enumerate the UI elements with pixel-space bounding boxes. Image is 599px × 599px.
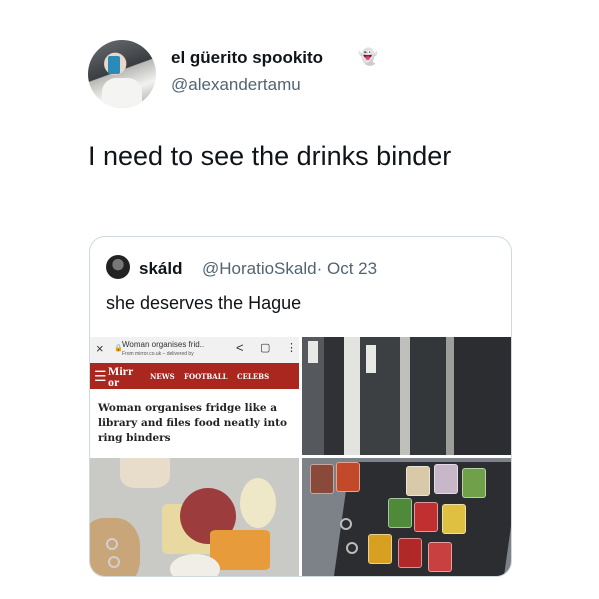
provolone-slice xyxy=(240,478,276,528)
divider xyxy=(400,337,410,455)
sauce-packet xyxy=(428,542,452,572)
quoted-tweet[interactable]: skáld @HoratioSkald· Oct 23 she deserves… xyxy=(89,236,512,577)
avatar-phone xyxy=(108,56,120,74)
tweet-text: I need to see the drinks binder xyxy=(88,141,452,171)
nav-football: FOOTBALL xyxy=(184,372,228,381)
author-avatar[interactable] xyxy=(88,40,156,108)
article-headline: Woman organises fridge like a library an… xyxy=(98,402,287,444)
media-dividers-photo[interactable] xyxy=(302,337,511,455)
turkey-slice xyxy=(170,554,220,576)
divider xyxy=(324,337,344,455)
nav-news: NEWS xyxy=(150,372,175,381)
share-icon: < xyxy=(236,340,244,355)
menu-icon: ⋮ xyxy=(286,342,297,354)
browser-url: From mirror.co.uk – delivered by xyxy=(122,351,194,357)
hamburger-icon: ☰ xyxy=(94,368,107,384)
bookmark-icon: ▢ xyxy=(260,342,271,354)
sauce-packet xyxy=(368,534,392,564)
divider xyxy=(454,337,511,455)
sauce-packet xyxy=(336,462,360,492)
media-food-binder-photo[interactable] xyxy=(90,458,299,576)
browser-page-title: Woman organises frid.. xyxy=(122,340,205,349)
mirror-logo: Mirr or xyxy=(108,364,134,389)
sauce-packet xyxy=(414,502,438,532)
sauce-packet xyxy=(398,538,422,568)
media-condiments-binder-photo[interactable] xyxy=(302,458,511,576)
binder-ring xyxy=(340,518,352,530)
sauce-packet xyxy=(310,464,334,494)
sauce-packet xyxy=(442,504,466,534)
sauce-packet xyxy=(388,498,412,528)
binder-ring xyxy=(108,556,120,568)
sauce-packet xyxy=(406,466,430,496)
nav-celebs: CELEBS xyxy=(237,372,270,381)
divider-tab xyxy=(308,341,318,363)
divider xyxy=(446,337,454,455)
quote-author-name[interactable]: skáld xyxy=(139,259,182,279)
quote-author-handle-date[interactable]: @HoratioSkald· Oct 23 xyxy=(202,259,377,279)
divider-tab xyxy=(366,345,376,373)
media-article-screenshot[interactable]: × 🔒 Woman organises frid.. From mirror.c… xyxy=(90,337,299,455)
author-handle[interactable]: @alexandertamu xyxy=(171,75,301,95)
ghost-icon: 👻 xyxy=(358,49,378,66)
divider xyxy=(410,337,446,455)
close-icon: × xyxy=(96,341,104,356)
mirror-nav: ☰ Mirr or NEWS FOOTBALL CELEBS xyxy=(90,363,299,389)
media-grid[interactable]: × 🔒 Woman organises frid.. From mirror.c… xyxy=(90,337,511,576)
sauce-packet xyxy=(434,464,458,494)
sauce-packet xyxy=(462,468,486,498)
avatar-shirt xyxy=(102,78,142,108)
bread-slice xyxy=(120,458,170,488)
binder-ring xyxy=(106,538,118,550)
binder-ring xyxy=(346,542,358,554)
browser-bar: × 🔒 Woman organises frid.. From mirror.c… xyxy=(90,337,299,363)
author-name[interactable]: el güerito spookito xyxy=(171,48,323,68)
divider xyxy=(344,337,360,455)
quote-text: she deserves the Hague xyxy=(106,293,302,313)
quote-author-avatar[interactable] xyxy=(106,255,130,279)
